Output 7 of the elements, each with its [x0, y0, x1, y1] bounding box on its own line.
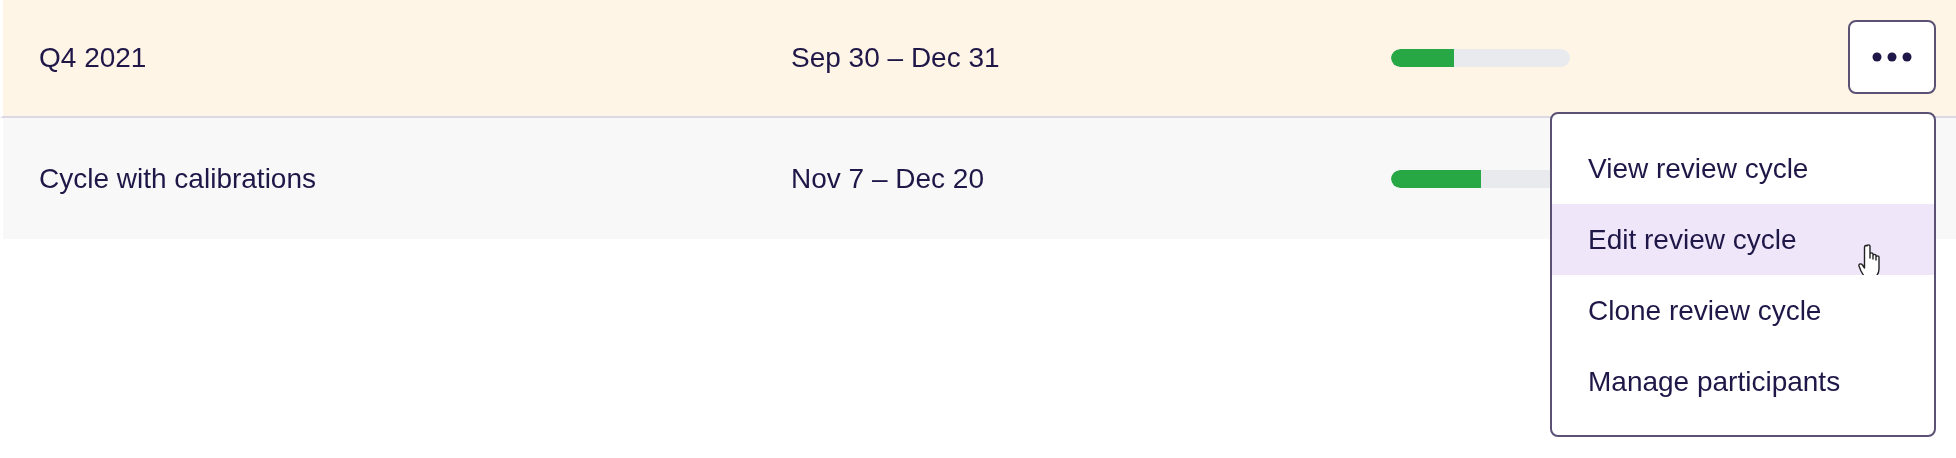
- cycle-name: Q4 2021: [39, 41, 148, 75]
- more-button[interactable]: [1848, 20, 1936, 94]
- more-icon: [1872, 52, 1912, 62]
- menu-item[interactable]: Edit review cycle: [1552, 204, 1934, 275]
- date-range: Sep 30 – Dec 31: [791, 41, 1001, 75]
- cycle-name: Cycle with calibrations: [39, 161, 317, 196]
- date-range: Nov 7 – Dec 20: [791, 161, 985, 196]
